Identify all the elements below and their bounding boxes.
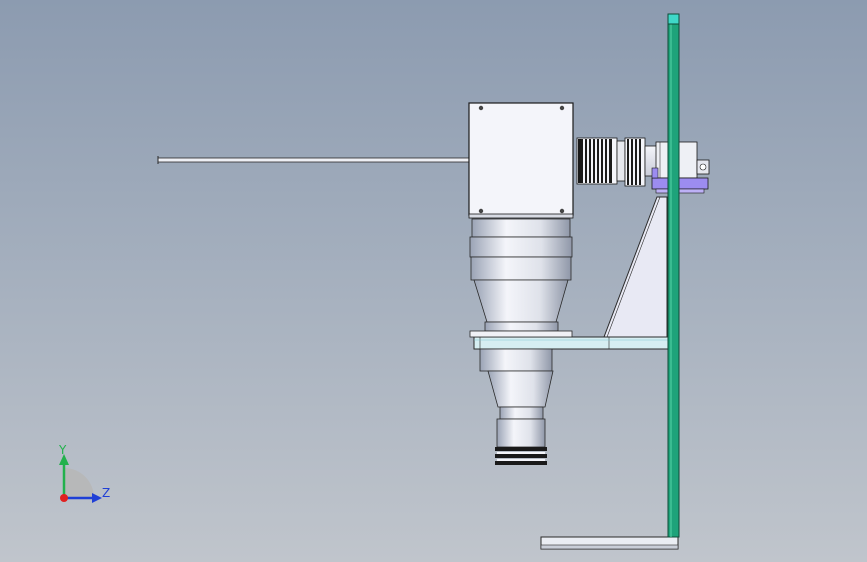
shelf-plate[interactable] (473, 336, 669, 350)
lens-ring[interactable] (499, 406, 544, 420)
lens-flange[interactable] (469, 330, 573, 338)
connector-pin (699, 163, 707, 171)
base-plate-edge (540, 544, 679, 550)
housing-box[interactable] (468, 102, 574, 216)
rod[interactable] (157, 157, 470, 163)
cad-viewport[interactable]: Y Z (0, 0, 867, 562)
screw (478, 105, 484, 111)
vertical-column[interactable] (667, 13, 680, 538)
screw (559, 208, 565, 214)
lens-cone-upper[interactable] (473, 279, 569, 323)
screw (478, 208, 484, 214)
lens-ring[interactable] (479, 348, 553, 372)
screw (559, 105, 565, 111)
lens-ring[interactable] (496, 418, 546, 448)
camera-lens-ring[interactable] (616, 140, 626, 182)
triad-quadrant (64, 468, 94, 498)
lens-ring[interactable] (484, 321, 559, 332)
x-axis-origin (60, 494, 68, 502)
lens-cone-lower[interactable] (487, 370, 554, 408)
clamp-bracket[interactable] (651, 177, 709, 190)
clamp-arm (651, 167, 659, 179)
assembly-model[interactable] (0, 0, 867, 562)
coordinate-triad-icon (59, 454, 102, 503)
housing-bottom (468, 213, 574, 219)
clamp-foot (655, 188, 705, 194)
z-axis-arrow (92, 493, 102, 503)
column-cap[interactable] (667, 13, 680, 25)
lens-ring[interactable] (471, 218, 571, 238)
lens-ring[interactable] (470, 256, 572, 281)
axis-y-label: Y (59, 443, 67, 457)
lens-threads (495, 447, 547, 465)
axis-z-label: Z (102, 486, 111, 500)
focus-ring (624, 137, 646, 187)
lens-ring[interactable] (469, 236, 573, 258)
coordinate-triad: Y Z (44, 438, 124, 508)
support-gusset[interactable] (603, 196, 668, 338)
